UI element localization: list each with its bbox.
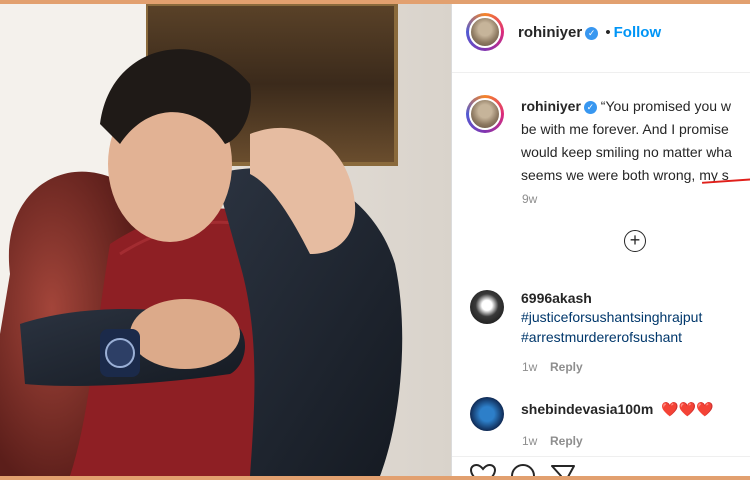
share-icon[interactable] bbox=[550, 464, 576, 480]
comment-hashtag-1[interactable]: #justiceforsushantsinghrajput bbox=[521, 309, 702, 325]
caption-time: 9w bbox=[522, 192, 538, 206]
comment-hearts: ❤️❤️❤️ bbox=[661, 401, 714, 417]
post-side-panel: rohiniyer ✓ • Follow rohiniyer ✓ “You promi… bbox=[451, 4, 750, 480]
comment-avatar[interactable] bbox=[470, 397, 504, 431]
header-avatar[interactable] bbox=[466, 13, 504, 51]
screenshot-frame: rohiniyer ✓ • Follow rohiniyer ✓ “You promi… bbox=[0, 0, 750, 480]
header-dot: • bbox=[605, 24, 611, 41]
header-divider bbox=[452, 72, 750, 73]
comment-line: shebindevasia100m ❤️❤️❤️ bbox=[521, 401, 713, 418]
reply-button[interactable]: Reply bbox=[550, 434, 583, 448]
comment-username[interactable]: 6996akash bbox=[521, 290, 592, 306]
comment-icon[interactable] bbox=[510, 464, 536, 480]
comment-username[interactable]: shebindevasia100m bbox=[521, 401, 653, 417]
post-header: rohiniyer ✓ • Follow bbox=[518, 24, 661, 41]
caption-line-3: would keep smiling no matter wha bbox=[521, 144, 732, 160]
post-photo[interactable] bbox=[0, 4, 451, 476]
caption-avatar[interactable] bbox=[466, 95, 504, 133]
caption-verified-icon: ✓ bbox=[583, 100, 597, 114]
header-username[interactable]: rohiniyer bbox=[518, 24, 582, 41]
verified-badge-icon: ✓ bbox=[585, 26, 599, 40]
caption-line-2: be with me forever. And I promise bbox=[521, 121, 729, 137]
caption-username[interactable]: rohiniyer bbox=[521, 98, 581, 114]
reply-button[interactable]: Reply bbox=[550, 360, 583, 374]
follow-button[interactable]: Follow bbox=[614, 24, 662, 41]
comment-avatar[interactable] bbox=[470, 290, 504, 324]
comment-time: 1w bbox=[522, 434, 538, 448]
caption-line-4: seems we were both wrong, my s bbox=[521, 167, 729, 183]
comment-time: 1w bbox=[522, 360, 538, 374]
actions-divider bbox=[452, 456, 750, 457]
plus-circle-icon[interactable]: + bbox=[624, 230, 646, 252]
comment-hashtag-2[interactable]: #arrestmurdererofsushant bbox=[521, 329, 682, 345]
caption-text-1: “You promised you w bbox=[600, 98, 732, 114]
caption-line-1: rohiniyer ✓ “You promised you w bbox=[521, 98, 731, 114]
hug-photo-illustration bbox=[0, 4, 451, 476]
heart-icon[interactable] bbox=[470, 464, 496, 480]
